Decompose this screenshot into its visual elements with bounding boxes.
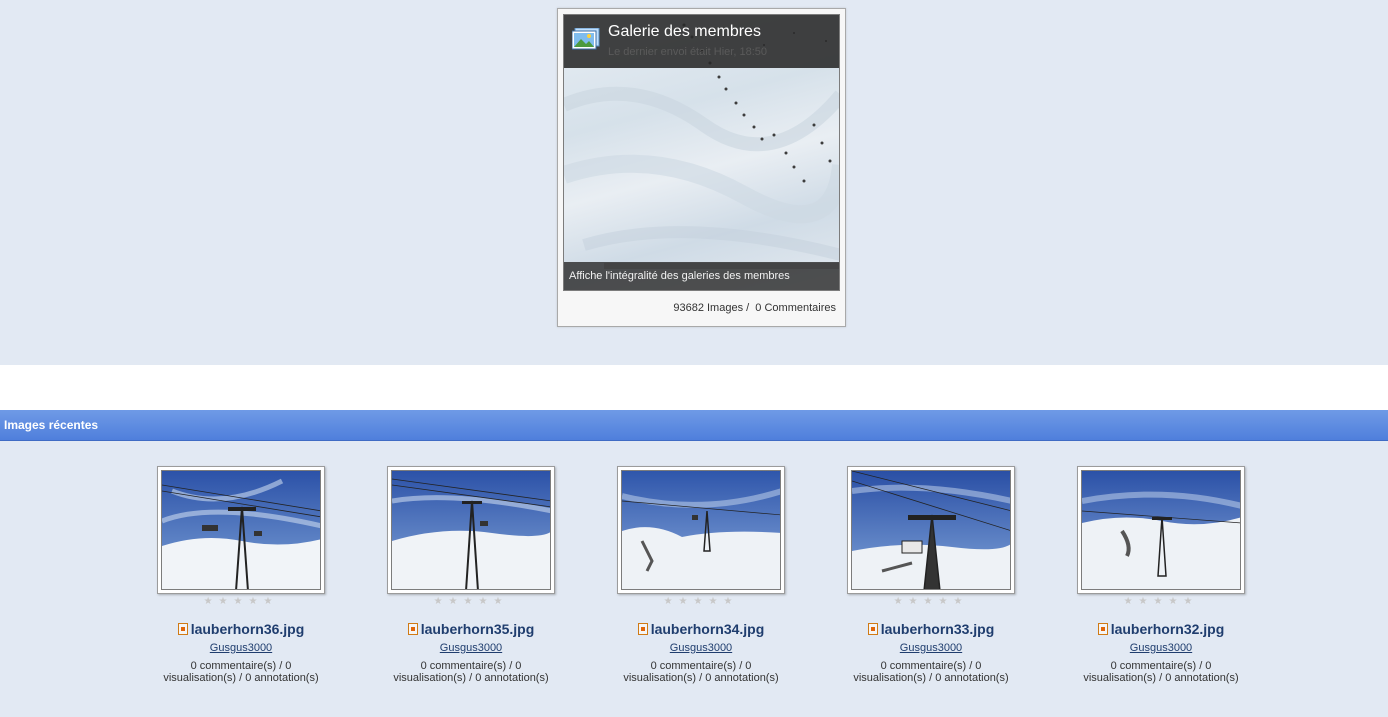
- author-link[interactable]: Gusgus3000: [1036, 642, 1286, 654]
- gallery-stats: 93682 Images / 0 Commentaires: [673, 302, 836, 314]
- image-meta: 0 commentaire(s) / 0 visualisation(s) / 0…: [1036, 660, 1286, 684]
- gallery-caption: Affiche l'intégralité des galeries des m…: [564, 262, 839, 290]
- separator: [0, 365, 1388, 410]
- filename-link[interactable]: lauberhorn33.jpg: [806, 621, 1056, 637]
- top-area: Galerie des membres Le dernier envoi éta…: [0, 0, 1388, 365]
- thumbnail-link[interactable]: [847, 466, 1015, 594]
- image-file-icon: [867, 623, 878, 635]
- image-meta: 0 commentaire(s) / 0 visualisation(s) / 0…: [576, 660, 826, 684]
- filename-link[interactable]: lauberhorn32.jpg: [1036, 621, 1286, 637]
- rating-stars[interactable]: ★★★★★: [806, 596, 1056, 607]
- thumbnail-link[interactable]: [157, 466, 325, 594]
- meta-line-1: 0 commentaire(s) / 0: [650, 660, 752, 672]
- meta-line-2: visualisation(s) / 0 annotation(s): [1083, 672, 1239, 684]
- meta-line-2: visualisation(s) / 0 annotation(s): [853, 672, 1009, 684]
- filename-link[interactable]: lauberhorn36.jpg: [116, 621, 366, 637]
- meta-line-1: 0 commentaire(s) / 0: [190, 660, 292, 672]
- author-link[interactable]: Gusgus3000: [116, 642, 366, 654]
- filename-link[interactable]: lauberhorn34.jpg: [576, 621, 826, 637]
- recent-images-list: ★★★★★ lauberhorn36.jpg Gusgus3000 0 comm…: [0, 441, 1388, 717]
- author-link[interactable]: Gusgus3000: [346, 642, 596, 654]
- gallery-last-upload: Le dernier envoi était Hier, 18:50: [608, 46, 767, 58]
- meta-line-1: 0 commentaire(s) / 0: [880, 660, 982, 672]
- meta-line-1: 0 commentaire(s) / 0: [420, 660, 522, 672]
- rating-stars[interactable]: ★★★★★: [116, 596, 366, 607]
- thumbnail-image: [851, 470, 1011, 590]
- filename[interactable]: lauberhorn33.jpg: [881, 621, 995, 637]
- thumbnail-image: [161, 470, 321, 590]
- section-title: Images récentes: [4, 418, 99, 432]
- gallery-preview[interactable]: Galerie des membres Le dernier envoi éta…: [563, 14, 840, 291]
- thumbnail-image: [621, 470, 781, 590]
- image-meta: 0 commentaire(s) / 0 visualisation(s) / 0…: [346, 660, 596, 684]
- gallery-title[interactable]: Galerie des membres: [608, 23, 761, 41]
- members-gallery-card[interactable]: Galerie des membres Le dernier envoi éta…: [557, 8, 846, 327]
- thumbnail-link[interactable]: [387, 466, 555, 594]
- image-file-icon: [1097, 623, 1108, 635]
- photo-gallery-icon: [572, 28, 600, 50]
- image-meta: 0 commentaire(s) / 0 visualisation(s) / 0…: [806, 660, 1056, 684]
- filename[interactable]: lauberhorn36.jpg: [191, 621, 305, 637]
- rating-stars[interactable]: ★★★★★: [576, 596, 826, 607]
- filename-link[interactable]: lauberhorn35.jpg: [346, 621, 596, 637]
- filename[interactable]: lauberhorn32.jpg: [1111, 621, 1225, 637]
- image-file-icon: [407, 623, 418, 635]
- image-file-icon: [637, 623, 648, 635]
- recent-images-header: Images récentes: [0, 410, 1388, 441]
- rating-stars[interactable]: ★★★★★: [1036, 596, 1286, 607]
- filename[interactable]: lauberhorn35.jpg: [421, 621, 535, 637]
- meta-line-2: visualisation(s) / 0 annotation(s): [623, 672, 779, 684]
- image-file-icon: [177, 623, 188, 635]
- thumbnail-link[interactable]: [1077, 466, 1245, 594]
- gallery-header: Galerie des membres Le dernier envoi éta…: [564, 15, 839, 68]
- thumbnail-image: [391, 470, 551, 590]
- thumbnail-link[interactable]: [617, 466, 785, 594]
- author-link[interactable]: Gusgus3000: [576, 642, 826, 654]
- rating-stars[interactable]: ★★★★★: [346, 596, 596, 607]
- filename[interactable]: lauberhorn34.jpg: [651, 621, 765, 637]
- meta-line-1: 0 commentaire(s) / 0: [1110, 660, 1212, 672]
- meta-line-2: visualisation(s) / 0 annotation(s): [163, 672, 319, 684]
- image-meta: 0 commentaire(s) / 0 visualisation(s) / 0…: [116, 660, 366, 684]
- author-link[interactable]: Gusgus3000: [806, 642, 1056, 654]
- thumbnail-image: [1081, 470, 1241, 590]
- meta-line-2: visualisation(s) / 0 annotation(s): [393, 672, 549, 684]
